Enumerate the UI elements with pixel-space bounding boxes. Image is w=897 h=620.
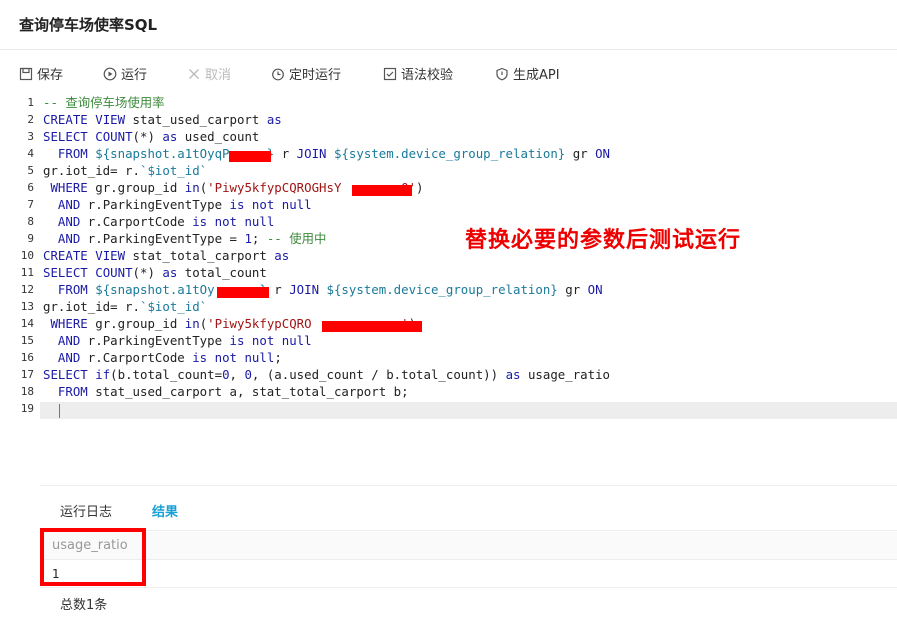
code-line: AND r.CarportCode is not null <box>57 214 275 229</box>
line-number: 3 <box>27 130 34 143</box>
annotation-text: 替换必要的参数后测试运行 <box>465 227 742 253</box>
code-line: AND r.ParkingEventType is not null <box>57 197 312 212</box>
line-number: 11 <box>20 266 34 279</box>
line-number: 13 <box>20 300 34 313</box>
code-line: CREATE VIEW stat_used_carport as <box>43 112 282 127</box>
line-number-gutter: 1 2 3 4 5 6 7 8 9 10 11 12 13 14 15 16 1… <box>0 94 40 486</box>
save-icon <box>19 67 33 80</box>
line-number: 6 <box>27 181 34 194</box>
redaction-mark <box>322 321 422 332</box>
line-number: 18 <box>20 385 34 398</box>
table-row: 1 <box>40 560 897 588</box>
redaction-mark <box>352 185 412 196</box>
line-number: 15 <box>20 334 34 347</box>
code-line: FROM ${snapshot.a1tOy } r JOIN ${system.… <box>57 282 603 297</box>
code-line: gr.iot_id= r.`$iot_id` <box>43 163 208 178</box>
tab-result[interactable]: 结果 <box>152 501 178 520</box>
api-icon <box>496 67 508 80</box>
line-number: 1 <box>27 96 34 109</box>
code-line: SELECT COUNT(*) as total_count <box>43 265 267 280</box>
result-total-count: 总数1条 <box>60 598 108 613</box>
code-line: AND r.ParkingEventType = 1; -- 使用中 <box>57 231 327 246</box>
code-line: AND r.ParkingEventType is not null <box>57 333 312 348</box>
run-button[interactable]: 运行 <box>103 64 147 83</box>
page-title: 查询停车场使率SQL <box>19 16 158 34</box>
line-number: 10 <box>20 249 34 262</box>
toolbar: 保存 运行 取消 定时运行 语法校验 生成API <box>0 51 897 93</box>
active-line <box>40 402 897 419</box>
line-number: 9 <box>27 232 34 245</box>
cancel-button[interactable]: 取消 <box>187 64 231 83</box>
code-line: SELECT if(b.total_count=0, 0, (a.used_co… <box>43 367 611 382</box>
page-header: 查询停车场使率SQL <box>0 0 897 50</box>
generate-api-label: 生成API <box>513 68 560 83</box>
code-line: SELECT COUNT(*) as used_count <box>43 129 260 144</box>
save-button[interactable]: 保存 <box>19 64 63 83</box>
schedule-label: 定时运行 <box>289 68 342 83</box>
redaction-mark <box>217 287 269 298</box>
line-number: 16 <box>20 351 34 364</box>
run-label: 运行 <box>121 68 148 83</box>
code-line: FROM stat_used_carport a, stat_total_car… <box>57 384 409 399</box>
play-icon <box>103 67 117 80</box>
check-icon <box>383 67 397 80</box>
code-line: CREATE VIEW stat_total_carport as <box>43 248 290 263</box>
save-label: 保存 <box>37 68 64 83</box>
line-number: 19 <box>20 402 34 415</box>
schedule-run-button[interactable]: 定时运行 <box>271 64 341 83</box>
line-number: 2 <box>27 113 34 126</box>
highlight-box <box>40 528 146 586</box>
generate-api-button[interactable]: 生成API <box>495 64 560 83</box>
code-line: gr.iot_id= r.`$iot_id` <box>43 299 208 314</box>
code-line: AND r.CarportCode is not null; <box>57 350 282 365</box>
clock-icon <box>272 68 284 80</box>
cancel-label: 取消 <box>205 68 232 83</box>
redaction-mark <box>229 151 271 162</box>
result-tabs: 运行日志 结果 <box>40 487 897 531</box>
line-number: 14 <box>20 317 34 330</box>
close-icon <box>189 68 199 79</box>
result-table-header: usage_ratio <box>40 532 897 560</box>
line-number: 5 <box>27 164 34 177</box>
tab-run-log[interactable]: 运行日志 <box>60 501 112 520</box>
code-line: -- 查询停车场使用率 <box>43 95 165 110</box>
code-line: FROM ${snapshot.a1tOyqP } r JOIN ${syste… <box>57 146 611 161</box>
line-number: 7 <box>27 198 34 211</box>
line-number: 4 <box>27 147 34 160</box>
syntax-check-label: 语法校验 <box>401 68 454 83</box>
sql-editor[interactable]: 1 2 3 4 5 6 7 8 9 10 11 12 13 14 15 16 1… <box>0 94 897 486</box>
line-number: 8 <box>27 215 34 228</box>
code-area[interactable]: -- 查询停车场使用率 CREATE VIEW stat_used_carpor… <box>43 94 610 409</box>
line-number: 17 <box>20 368 34 381</box>
syntax-check-button[interactable]: 语法校验 <box>383 64 453 83</box>
line-number: 12 <box>20 283 34 296</box>
